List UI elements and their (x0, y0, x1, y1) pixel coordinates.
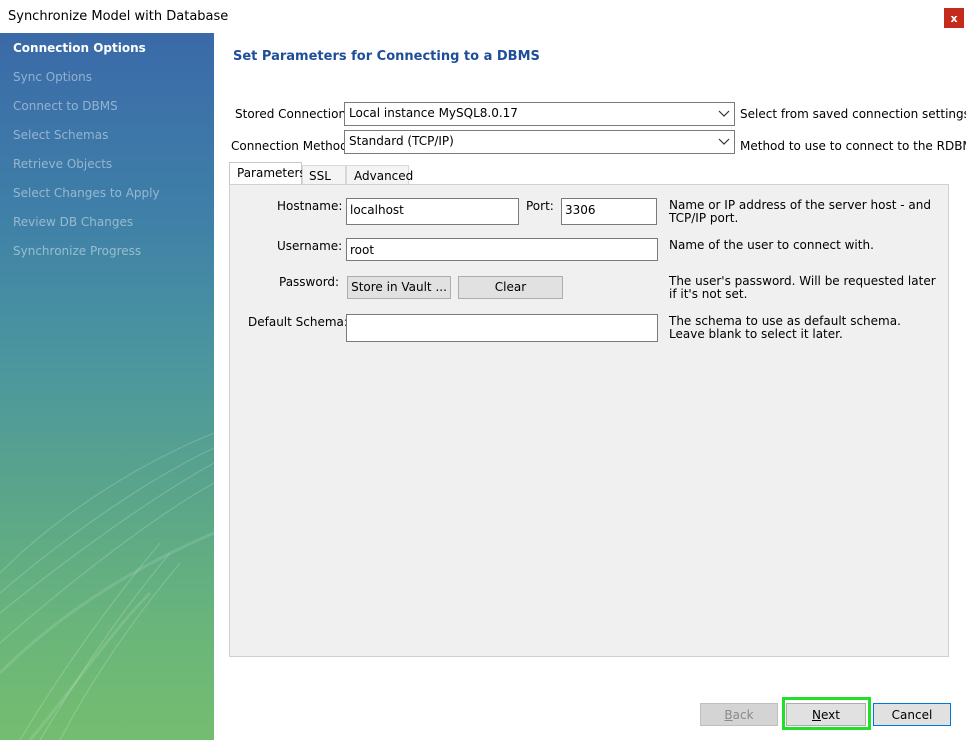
close-button[interactable]: x (944, 8, 964, 28)
username-label: Username: (277, 239, 343, 253)
hostname-label: Hostname: (277, 199, 343, 213)
default-schema-input[interactable] (346, 314, 658, 342)
tab-ssl[interactable]: SSL (302, 165, 346, 184)
sidebar-item-connection-options: Connection Options (13, 41, 146, 55)
connection-method-select[interactable]: Standard (TCP/IP) (344, 130, 735, 154)
port-input[interactable]: 3306 (561, 198, 657, 225)
back-label: ack (732, 708, 754, 722)
chevron-down-icon (718, 138, 730, 145)
stored-connection-label: Stored Connection: (235, 107, 351, 121)
password-description: The user's password. Will be requested l… (669, 274, 936, 301)
next-button-highlight (782, 697, 871, 730)
port-label: Port: (526, 199, 554, 213)
stored-connection-value: Local instance MySQL8.0.17 (349, 106, 518, 120)
sidebar-item-sync-options: Sync Options (13, 70, 93, 84)
store-in-vault-button[interactable]: Store in Vault ... (347, 276, 451, 299)
hostname-input[interactable]: localhost (346, 198, 519, 225)
sidebar-item-select-changes: Select Changes to Apply (13, 186, 160, 200)
sidebar-item-retrieve-objects: Retrieve Objects (13, 157, 113, 171)
tab-advanced[interactable]: Advanced (346, 165, 413, 184)
tab-parameters[interactable]: Parameters (229, 162, 306, 184)
connection-method-label: Connection Method: (231, 139, 352, 153)
back-mnemonic: B (724, 708, 733, 722)
connection-method-hint: Method to use to connect to the RDBMS (740, 139, 966, 153)
username-input[interactable]: root (346, 238, 658, 261)
window-title: Synchronize Model with Database (8, 9, 229, 24)
sidebar-item-synchronize-progress: Synchronize Progress (13, 244, 142, 258)
chevron-down-icon (718, 110, 730, 117)
sidebar-item-select-schemas: Select Schemas (13, 128, 109, 142)
cancel-button[interactable]: Cancel (873, 703, 951, 726)
page-title: Set Parameters for Connecting to a DBMS (233, 49, 540, 64)
title-bar: Synchronize Model with Database x (0, 0, 966, 33)
sidebar-item-connect-to-dbms: Connect to DBMS (13, 99, 118, 113)
sidebar-item-review-db-changes: Review DB Changes (13, 215, 134, 229)
default-schema-description: The schema to use as default schema. Lea… (669, 314, 901, 341)
username-description: Name of the user to connect with. (669, 238, 874, 252)
close-icon: x (950, 11, 958, 25)
stored-connection-hint: Select from saved connection settings (740, 107, 966, 121)
stored-connection-select[interactable]: Local instance MySQL8.0.17 (344, 102, 735, 126)
wizard-sidebar: Connection Options Sync Options Connect … (0, 33, 214, 740)
password-label: Password: (279, 275, 340, 289)
hostname-description: Name or IP address of the server host - … (669, 198, 931, 225)
connection-method-value: Standard (TCP/IP) (349, 134, 454, 148)
clear-password-button[interactable]: Clear (458, 276, 563, 299)
back-button[interactable]: Back (700, 703, 778, 726)
default-schema-label: Default Schema: (248, 315, 348, 329)
